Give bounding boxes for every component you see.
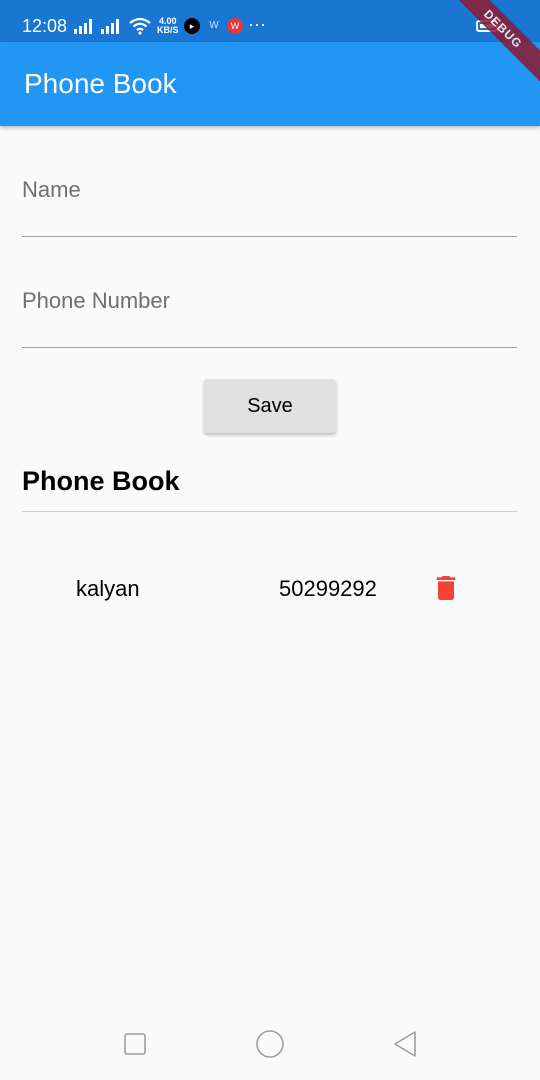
recent-apps-button[interactable] [123, 1032, 147, 1056]
phone-number-input[interactable] [22, 281, 517, 321]
save-button[interactable]: Save [204, 379, 336, 433]
phone-field [22, 281, 517, 348]
status-time: 12:08 [22, 16, 68, 36]
app-bar: Phone Book [0, 42, 540, 126]
system-nav-bar [0, 1005, 540, 1080]
list-item: kalyan 50299292 [0, 560, 540, 616]
phone-book-heading: Phone Book [22, 466, 180, 496]
divider [22, 511, 517, 512]
app-icon: W [209, 20, 219, 31]
play-app-icon: ▸ [184, 18, 200, 34]
status-bar: 12:08 4.00 KB/S ▸ W W ··· [0, 0, 540, 42]
name-field [22, 170, 517, 237]
home-button[interactable] [255, 1029, 285, 1059]
net-speed: 4.00 KB/S [157, 16, 179, 35]
contact-name: kalyan [76, 576, 140, 601]
signal-icon [74, 19, 92, 34]
more-notifications-icon: ··· [248, 14, 266, 34]
back-button[interactable] [392, 1030, 418, 1058]
delete-icon[interactable] [430, 572, 462, 604]
name-input[interactable] [22, 170, 517, 210]
app-bar-title: Phone Book [24, 68, 177, 99]
wps-icon: W [227, 18, 243, 34]
signal-icon [101, 19, 119, 34]
contact-number: 50299292 [279, 576, 377, 601]
wifi-icon [129, 17, 151, 35]
